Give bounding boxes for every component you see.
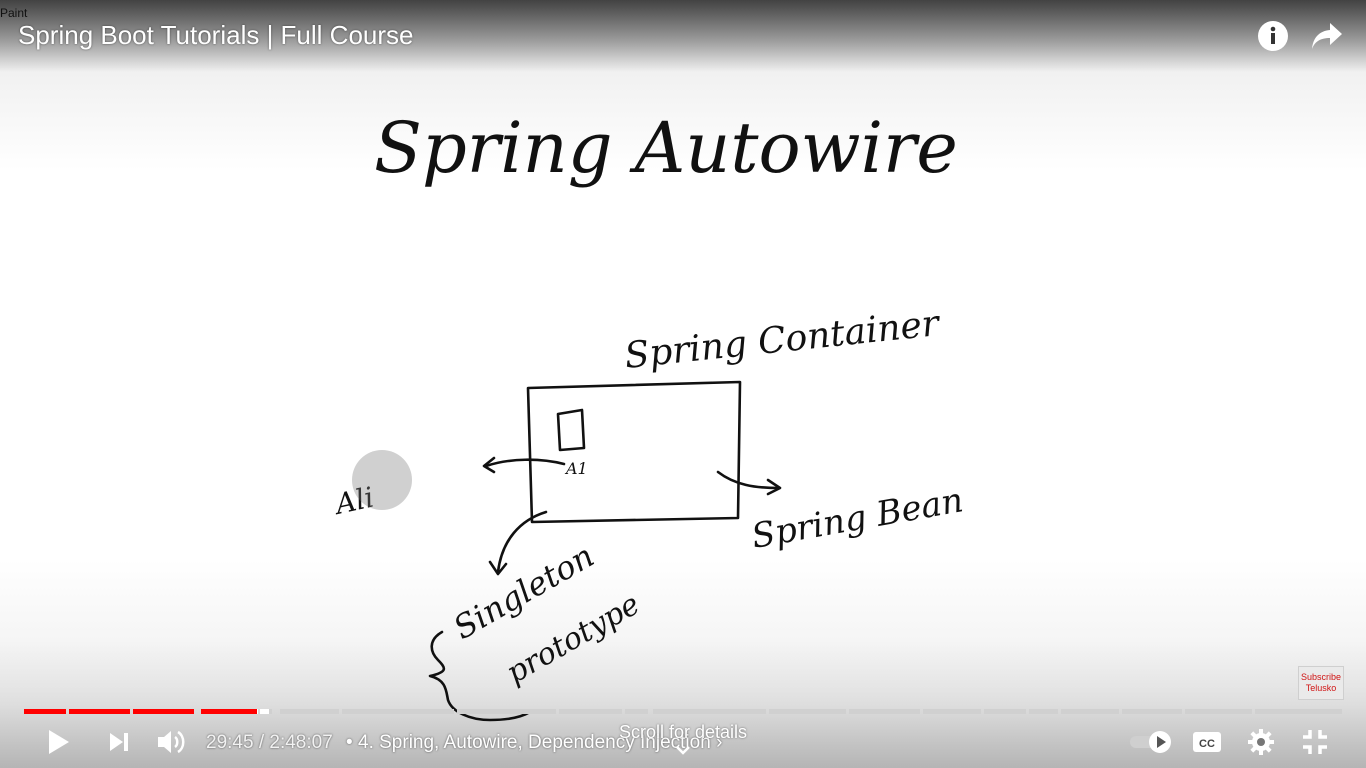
video-title[interactable]: Spring Boot Tutorials | Full Course [18,20,413,51]
progress-bar[interactable] [24,709,1342,714]
progress-segment[interactable] [1061,709,1119,714]
progress-segment[interactable] [849,709,920,714]
progress-segment[interactable] [69,709,130,714]
progress-segment[interactable] [1185,709,1252,714]
progress-segment[interactable] [625,709,648,714]
box-label: A1 [564,459,588,478]
container-box [526,380,742,524]
info-icon[interactable] [1255,18,1291,54]
app-label: Paint [0,6,28,20]
cursor-highlight [352,450,412,510]
progress-segment[interactable] [260,709,270,714]
progress-segment[interactable] [457,709,556,714]
progress-segment[interactable] [984,709,1026,714]
progress-segment[interactable] [24,709,66,714]
progress-segment[interactable] [1029,709,1058,714]
progress-segment[interactable] [133,709,194,714]
bean-box [556,408,586,452]
scroll-for-details[interactable]: Scroll for details [0,722,1366,743]
progress-segment[interactable] [653,709,766,714]
progress-segment[interactable] [280,709,339,714]
progress-segment[interactable] [1122,709,1182,714]
subscribe-watermark[interactable]: Subscribe Telusko [1298,666,1344,700]
progress-segment[interactable] [923,709,981,714]
watermark-line2: Telusko [1305,683,1337,693]
progress-segment[interactable] [342,709,454,714]
progress-segment[interactable] [257,709,258,714]
progress-segment[interactable] [1255,709,1342,714]
progress-segment[interactable] [201,709,258,714]
container-label: Spring Container [623,303,943,377]
progress-segment[interactable] [559,709,622,714]
chevron-down-icon[interactable] [674,744,692,758]
watermark-line1: Subscribe [1300,672,1342,682]
share-icon[interactable] [1309,18,1345,54]
bean-label: Spring Bean [749,480,967,557]
whiteboard-heading: Spring Autowire [374,107,958,189]
progress-segment[interactable] [769,709,846,714]
progress-segment[interactable] [269,709,272,714]
